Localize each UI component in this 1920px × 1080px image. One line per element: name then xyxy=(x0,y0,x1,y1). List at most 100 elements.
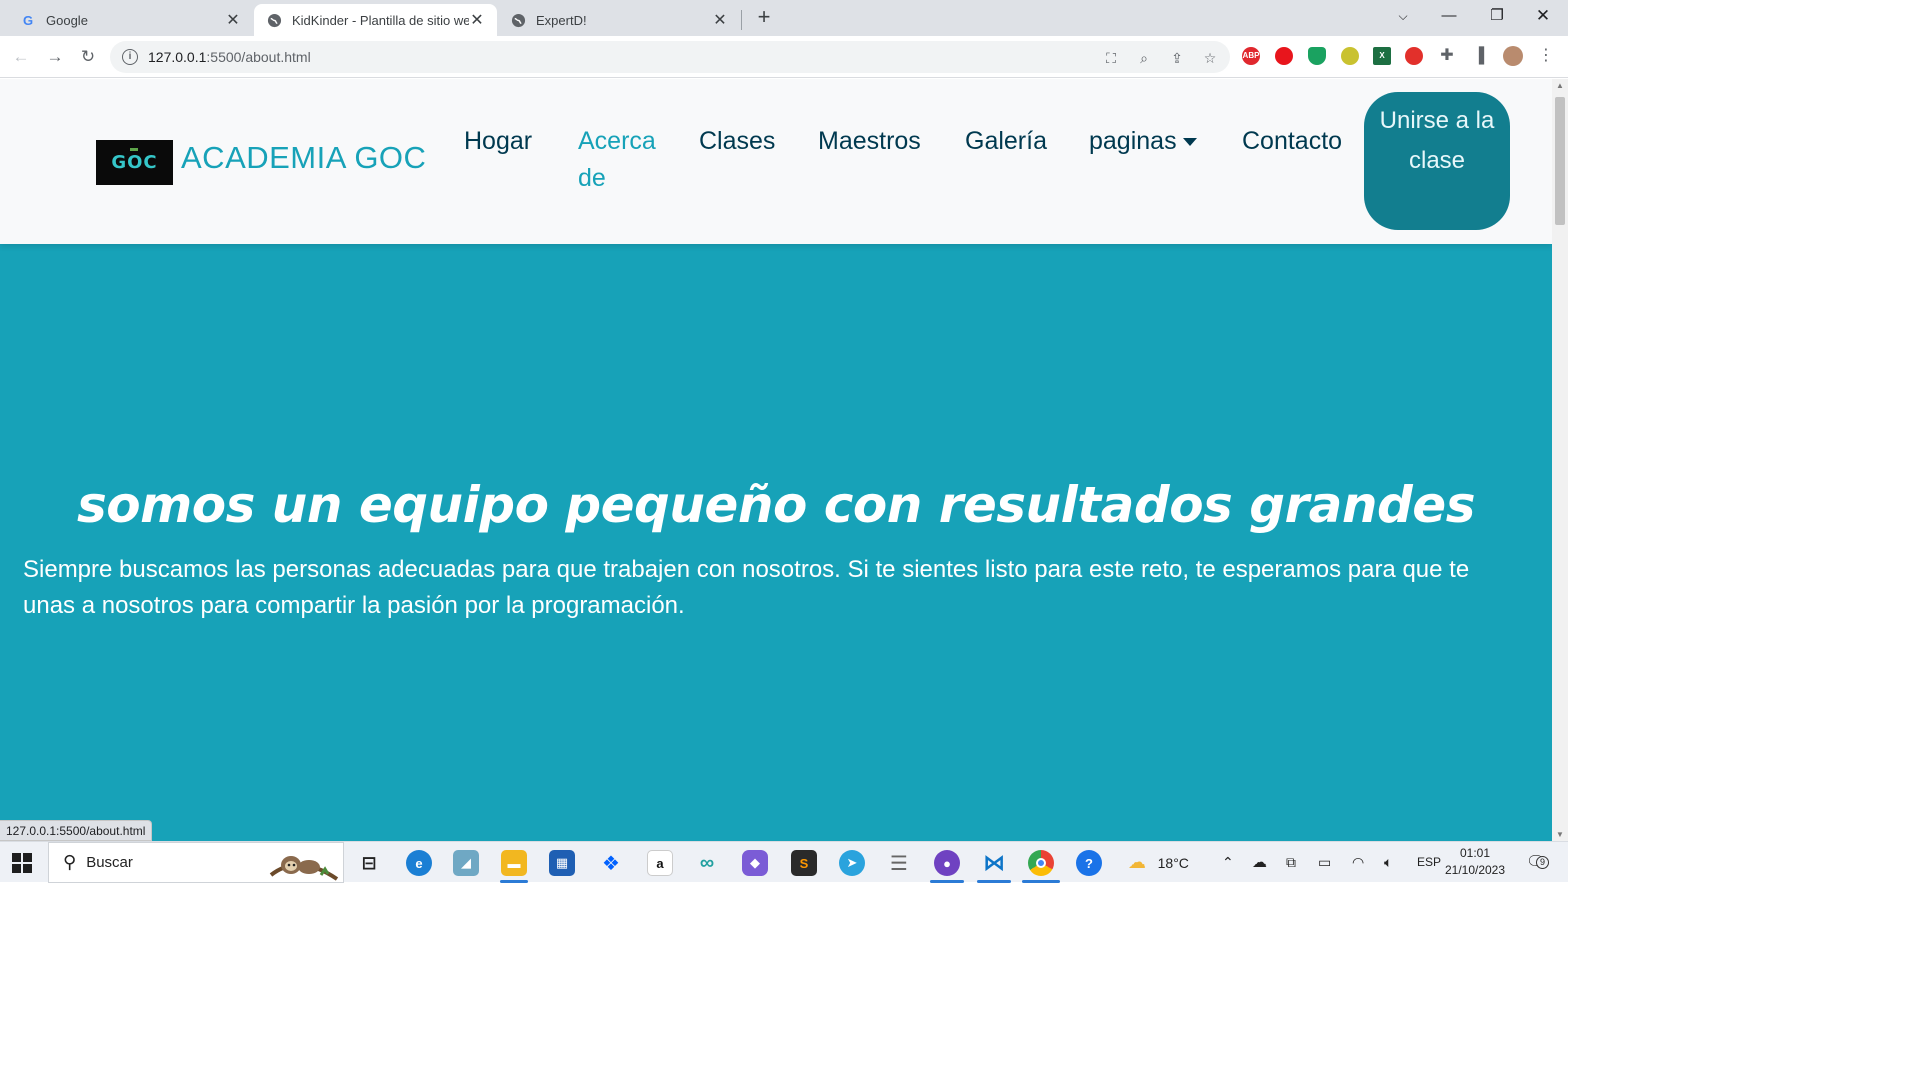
nav-link-maestros[interactable]: Maestros xyxy=(818,123,921,160)
close-icon[interactable]: ✕ xyxy=(225,10,241,30)
scroll-up-arrow[interactable]: ▲ xyxy=(1556,81,1564,90)
task-view-icon[interactable]: ⊟ xyxy=(356,850,382,876)
start-button[interactable] xyxy=(12,853,32,873)
badge-extension-icon[interactable] xyxy=(1341,47,1359,65)
bookmark-star-icon[interactable]: ☆ xyxy=(1201,49,1219,67)
page-scrollbar[interactable]: ▲ ▼ xyxy=(1552,79,1568,841)
windows-taskbar: ⚲ Buscar ⊟ e ◢ ▬ ▦ ❖ a ∞ ◆ S ➤ ☰ ● ⋈ ? ☁… xyxy=(0,841,1568,883)
brand-logo[interactable]: GOC xyxy=(96,140,173,185)
github-icon[interactable]: ● xyxy=(934,850,960,876)
active-indicator xyxy=(977,880,1011,883)
tab-title: ExpertD! xyxy=(536,12,587,28)
reload-button[interactable]: ↻ xyxy=(75,44,101,70)
onedrive-icon[interactable]: ☁ xyxy=(1252,842,1267,883)
minimize-button[interactable]: — xyxy=(1426,0,1472,32)
adblock-plus-icon[interactable]: ABP xyxy=(1242,47,1260,65)
weather-cloud-icon: ☁ xyxy=(1128,852,1146,872)
google-icon: G xyxy=(22,12,34,28)
help-icon[interactable]: ? xyxy=(1076,850,1102,876)
restore-button[interactable]: ❐ xyxy=(1474,0,1520,32)
zoom-icon[interactable]: ⌕ xyxy=(1135,49,1153,67)
status-bar-url: 127.0.0.1:5500/about.html xyxy=(0,820,153,841)
nav-link-acerca-de[interactable]: Acerca de xyxy=(578,123,664,197)
volume-icon[interactable]: 🔈︎ xyxy=(1384,842,1392,883)
arduino-icon[interactable]: ∞ xyxy=(694,850,720,876)
weather-widget[interactable]: ☁ 18°C xyxy=(1128,842,1189,883)
meet-icon[interactable]: ⧉ xyxy=(1286,842,1296,883)
profile-avatar[interactable] xyxy=(1503,46,1523,66)
wifi-icon[interactable]: ◠ xyxy=(1352,842,1364,883)
brand-name[interactable]: ACADEMIA GOC xyxy=(181,140,426,176)
chevron-up-icon[interactable]: ⌃ xyxy=(1222,842,1234,883)
tab-search-icon[interactable]: ⌵ xyxy=(1380,0,1426,32)
store-icon[interactable]: ▦ xyxy=(549,850,575,876)
nav-link-contacto[interactable]: Contacto xyxy=(1242,123,1342,160)
nav-link-clases[interactable]: Clases xyxy=(699,123,775,160)
notification-count: 9 xyxy=(1536,856,1549,869)
sloth-illustration-icon xyxy=(269,856,339,881)
url-path: :5500/about.html xyxy=(206,49,311,65)
tab-kidkinder[interactable]: KidKinder - Plantilla de sitio web ✕ xyxy=(254,4,497,36)
notifications-icon[interactable]: 🗨︎9 xyxy=(1526,842,1549,883)
url-input[interactable]: i 127.0.0.1:5500/about.html ⛶ ⌕ ⇪ ☆ xyxy=(110,41,1230,73)
edge-icon[interactable]: e xyxy=(406,850,432,876)
language-indicator[interactable]: ESP xyxy=(1417,842,1441,883)
back-button[interactable]: ← xyxy=(8,44,34,70)
join-class-button[interactable]: Unirse a la clase xyxy=(1364,92,1510,230)
page-viewport: GOC ACADEMIA GOC Hogar Acerca de Clases … xyxy=(0,79,1552,841)
extensions-puzzle-icon[interactable]: ✚ xyxy=(1438,47,1456,65)
globe-icon xyxy=(510,12,526,28)
taskbar-search[interactable]: ⚲ Buscar xyxy=(48,842,344,883)
vscode-icon[interactable]: ⋈ xyxy=(981,850,1007,876)
tab-title: KidKinder - Plantilla de sitio web xyxy=(292,12,469,28)
tab-title: Google xyxy=(46,12,88,28)
hero-title: somos un equipo pequeño con resultados g… xyxy=(77,476,1475,534)
weather-temp: 18°C xyxy=(1157,855,1189,871)
caret-down-icon xyxy=(1182,138,1197,147)
scrollbar-thumb[interactable] xyxy=(1555,97,1565,225)
browser-tab-bar: G Google ✕ KidKinder - Plantilla de siti… xyxy=(0,0,1568,36)
nav-dropdown-label: paginas xyxy=(1089,127,1177,155)
forward-button[interactable]: → xyxy=(42,44,68,70)
tab-google[interactable]: G Google ✕ xyxy=(8,4,253,36)
scroll-down-arrow[interactable]: ▼ xyxy=(1556,830,1564,839)
database-icon[interactable]: ☰ xyxy=(886,850,912,876)
url-host: 127.0.0.1 xyxy=(148,49,207,65)
menu-kebab-icon[interactable]: ⋮ xyxy=(1537,47,1555,65)
side-panel-icon[interactable]: ▐ xyxy=(1470,47,1488,65)
translate-icon[interactable]: ⛶ xyxy=(1102,49,1120,67)
close-icon[interactable]: ✕ xyxy=(712,10,728,30)
nav-link-galeria[interactable]: Galería xyxy=(965,123,1047,160)
sublime-icon[interactable]: S xyxy=(791,850,817,876)
ublock-icon[interactable] xyxy=(1275,47,1293,65)
new-tab-button[interactable]: + xyxy=(752,4,776,32)
tab-separator xyxy=(741,10,742,30)
battery-icon[interactable]: ▭ xyxy=(1318,842,1331,883)
hero-text: Siempre buscamos las personas adecuadas … xyxy=(23,556,1470,619)
excel-extension-icon[interactable]: X xyxy=(1373,47,1391,65)
app-icon[interactable]: ◢ xyxy=(453,850,479,876)
share-icon[interactable]: ⇪ xyxy=(1168,49,1186,67)
clock-date: 21/10/2023 xyxy=(1444,863,1506,877)
active-indicator xyxy=(930,880,964,883)
shield-extension-icon[interactable] xyxy=(1308,47,1326,65)
site-info-icon[interactable]: i xyxy=(122,49,138,65)
close-icon[interactable]: ✕ xyxy=(469,10,485,30)
close-window-button[interactable]: ✕ xyxy=(1520,0,1566,32)
nav-link-hogar[interactable]: Hogar xyxy=(464,123,532,160)
amazon-icon[interactable]: a xyxy=(647,850,673,876)
file-explorer-icon[interactable]: ▬ xyxy=(501,850,527,876)
globe-icon xyxy=(266,12,282,28)
location-extension-icon[interactable] xyxy=(1405,47,1423,65)
dropbox-icon[interactable]: ❖ xyxy=(598,850,624,876)
telegram-icon[interactable]: ➤ xyxy=(839,850,865,876)
clock-time: 01:01 xyxy=(1459,846,1491,860)
chrome-icon[interactable] xyxy=(1028,850,1054,876)
search-icon: ⚲ xyxy=(63,852,77,872)
system-clock[interactable]: 01:01 21/10/2023 xyxy=(1440,845,1510,879)
copilot-icon[interactable]: ◆ xyxy=(742,850,768,876)
tab-expertd[interactable]: ExpertD! ✕ xyxy=(498,4,740,36)
active-indicator xyxy=(1022,880,1060,883)
hero-section: somos un equipo pequeño con resultados g… xyxy=(0,244,1552,841)
nav-dropdown-paginas[interactable]: paginas xyxy=(1089,123,1197,160)
